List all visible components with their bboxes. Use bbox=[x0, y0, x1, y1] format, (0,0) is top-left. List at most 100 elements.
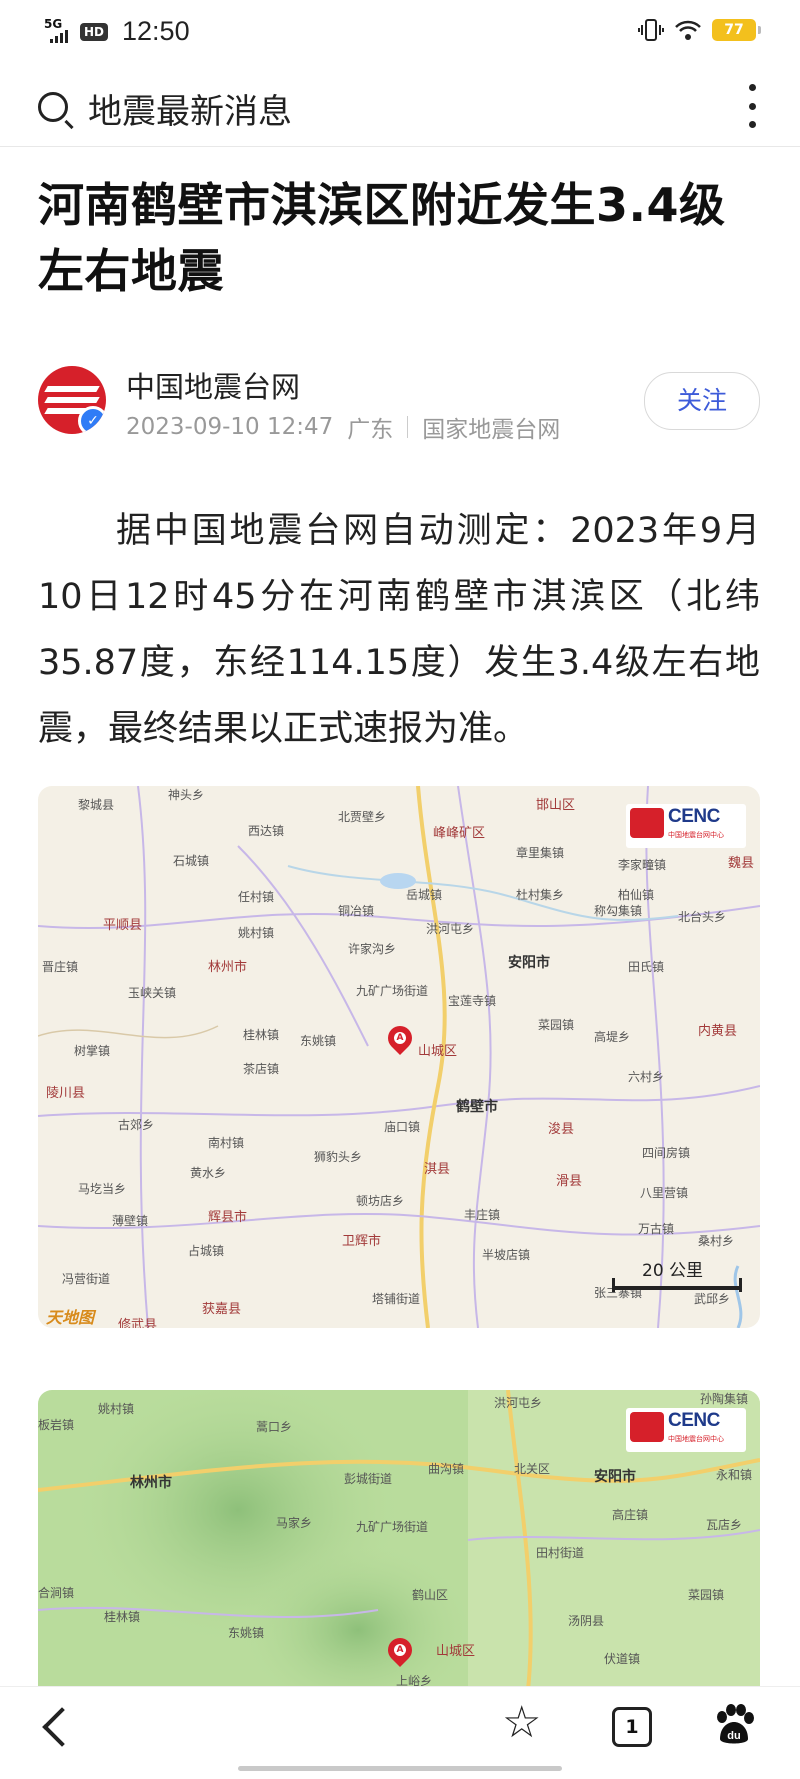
place-label: 邯山区 bbox=[536, 798, 576, 813]
place-label: 马家乡 bbox=[276, 1516, 313, 1530]
place-label: 九矿广场街道 bbox=[356, 1520, 429, 1534]
vibrate-icon bbox=[638, 19, 664, 41]
place-label: 晋庄镇 bbox=[42, 960, 79, 974]
place-label: 田氏镇 bbox=[628, 960, 665, 974]
place-label: 任村镇 bbox=[238, 890, 275, 904]
place-label: 高堤乡 bbox=[594, 1030, 631, 1044]
place-label: 安阳市 bbox=[508, 955, 550, 971]
tabs-icon[interactable]: 1 bbox=[612, 1707, 652, 1747]
place-label: 柏仙镇 bbox=[618, 888, 655, 902]
place-label: 武邱乡 bbox=[694, 1292, 731, 1306]
place-label: 菜园镇 bbox=[538, 1018, 575, 1032]
place-label: 南村镇 bbox=[208, 1136, 245, 1150]
scale-label: 20 公里 bbox=[642, 1261, 704, 1281]
search-bar[interactable]: 地震最新消息 bbox=[0, 74, 800, 144]
place-label: 占城镇 bbox=[188, 1244, 225, 1258]
baidu-paw-icon[interactable]: du bbox=[712, 1703, 756, 1747]
place-label: 滑县 bbox=[556, 1174, 583, 1189]
place-label: 高庄镇 bbox=[612, 1508, 649, 1522]
place-label: 狮豹头乡 bbox=[314, 1150, 363, 1164]
article-title: 河南鹤壁市淇滨区附近发生3.4级左右地震 bbox=[38, 178, 726, 298]
place-label: 顿坊店乡 bbox=[356, 1194, 405, 1208]
place-label: 章里集镇 bbox=[516, 846, 565, 860]
search-query[interactable]: 地震最新消息 bbox=[88, 84, 292, 133]
place-label: 伏道镇 bbox=[604, 1652, 641, 1666]
place-label: 北贾壁乡 bbox=[338, 810, 387, 824]
place-label: 获嘉县 bbox=[202, 1302, 242, 1317]
place-label: 卫辉市 bbox=[342, 1234, 382, 1249]
place-label: 合涧镇 bbox=[38, 1586, 75, 1600]
place-label: 石城镇 bbox=[173, 854, 210, 868]
cenc-logo: CENC 中国地震台网中心 bbox=[626, 804, 746, 848]
place-label: 孙陶集镇 bbox=[700, 1392, 749, 1406]
place-label: 东姚镇 bbox=[228, 1626, 265, 1640]
cenc-logo: CENC 中国地震台网中心 bbox=[626, 1408, 746, 1452]
place-label: 四间房镇 bbox=[642, 1146, 691, 1160]
back-icon[interactable] bbox=[42, 1707, 82, 1747]
place-label: 菜园镇 bbox=[688, 1588, 725, 1602]
place-label: 田村街道 bbox=[536, 1546, 585, 1560]
place-label: 东姚镇 bbox=[300, 1034, 337, 1048]
place-label: 魏县 bbox=[728, 856, 755, 871]
place-label: 辉县市 bbox=[208, 1210, 248, 1225]
verified-icon: ✓ bbox=[78, 406, 106, 434]
place-label: 庙口镇 bbox=[384, 1120, 421, 1134]
place-label: 姚村镇 bbox=[238, 926, 275, 940]
place-label: 桂林镇 bbox=[243, 1028, 280, 1042]
place-label: 西达镇 bbox=[248, 824, 285, 838]
place-label: 板岩镇 bbox=[38, 1418, 75, 1432]
place-label: 洪河屯乡 bbox=[494, 1396, 543, 1410]
place-label: 神头乡 bbox=[168, 788, 205, 802]
place-label: 山城区 bbox=[436, 1644, 476, 1659]
place-label: 八里营镇 bbox=[640, 1186, 689, 1200]
place-label: 杜村集乡 bbox=[516, 888, 565, 902]
hd-badge: HD bbox=[80, 22, 109, 41]
favorite-star-icon[interactable]: ☆ bbox=[502, 1701, 541, 1745]
battery-icon: 77 bbox=[712, 19, 761, 41]
terrain-map[interactable]: 姚村镇 洪河屯乡 孙陶集镇 板岩镇 蒿口乡 林州市 彭城街道 曲沟镇 北关区 安… bbox=[38, 1390, 760, 1690]
place-label: 鹤壁市 bbox=[456, 1099, 498, 1115]
more-menu-icon[interactable] bbox=[748, 84, 756, 128]
place-label: 林州市 bbox=[130, 1475, 172, 1491]
follow-button[interactable]: 关注 bbox=[644, 372, 760, 430]
author-meta: 2023-09-10 12:47 广东 国家地震台网 bbox=[126, 410, 560, 444]
place-label: 铜冶镇 bbox=[338, 904, 375, 918]
place-label: 塔铺街道 bbox=[372, 1292, 421, 1306]
place-label: 半坡店镇 bbox=[482, 1248, 531, 1262]
place-label: 丰庄镇 bbox=[464, 1208, 501, 1222]
place-label: 山城区 bbox=[418, 1044, 458, 1059]
publish-date: 2023-09-10 12:47 bbox=[126, 414, 334, 440]
article-body: 据中国地震台网自动测定：2023年9月10日12时45分在河南鹤壁市淇滨区（北纬… bbox=[38, 511, 760, 749]
place-label: 修武县 bbox=[118, 1318, 158, 1328]
place-label: 平顺县 bbox=[103, 918, 143, 933]
place-label: 薄壁镇 bbox=[112, 1214, 149, 1228]
place-label: 万古镇 bbox=[638, 1222, 675, 1236]
place-label: 淇县 bbox=[424, 1162, 451, 1177]
place-label: 李家疃镇 bbox=[618, 858, 667, 872]
cellular-signal-icon: 5G bbox=[44, 18, 72, 46]
place-label: 陵川县 bbox=[46, 1086, 86, 1101]
place-label: 马圪当乡 bbox=[78, 1182, 127, 1196]
place-label: 茶店镇 bbox=[243, 1062, 280, 1076]
header-divider bbox=[0, 146, 800, 147]
place-label: 称勾集镇 bbox=[594, 904, 643, 918]
tianditu-logo: 天地图 bbox=[46, 1308, 95, 1327]
status-bar: 5G HD 12:50 77 bbox=[0, 0, 800, 64]
search-icon[interactable] bbox=[38, 92, 68, 122]
place-label: 洪河屯乡 bbox=[426, 922, 475, 936]
place-label: 内黄县 bbox=[698, 1024, 738, 1039]
place-label: 北关区 bbox=[514, 1462, 551, 1476]
svg-text:du: du bbox=[727, 1730, 740, 1742]
source-name: 国家地震台网 bbox=[422, 417, 561, 443]
author-avatar[interactable]: ✓ bbox=[38, 366, 106, 434]
epicenter-map[interactable]: 黎城县 神头乡 西达镇 北贾壁乡 峰峰矿区 邯山区 石城镇 章里集镇 李家疃镇 … bbox=[38, 786, 760, 1328]
place-label: 鹤山区 bbox=[412, 1588, 449, 1602]
meta-separator bbox=[407, 416, 409, 438]
place-label: 汤阴县 bbox=[568, 1614, 605, 1628]
place-label: 岳城镇 bbox=[406, 888, 443, 902]
author-name[interactable]: 中国地震台网 bbox=[126, 364, 300, 406]
place-label: 宝莲寺镇 bbox=[448, 994, 497, 1008]
place-label: 浚县 bbox=[548, 1122, 575, 1137]
place-label: 九矿广场街道 bbox=[356, 984, 429, 998]
place-label: 桂林镇 bbox=[104, 1610, 141, 1624]
